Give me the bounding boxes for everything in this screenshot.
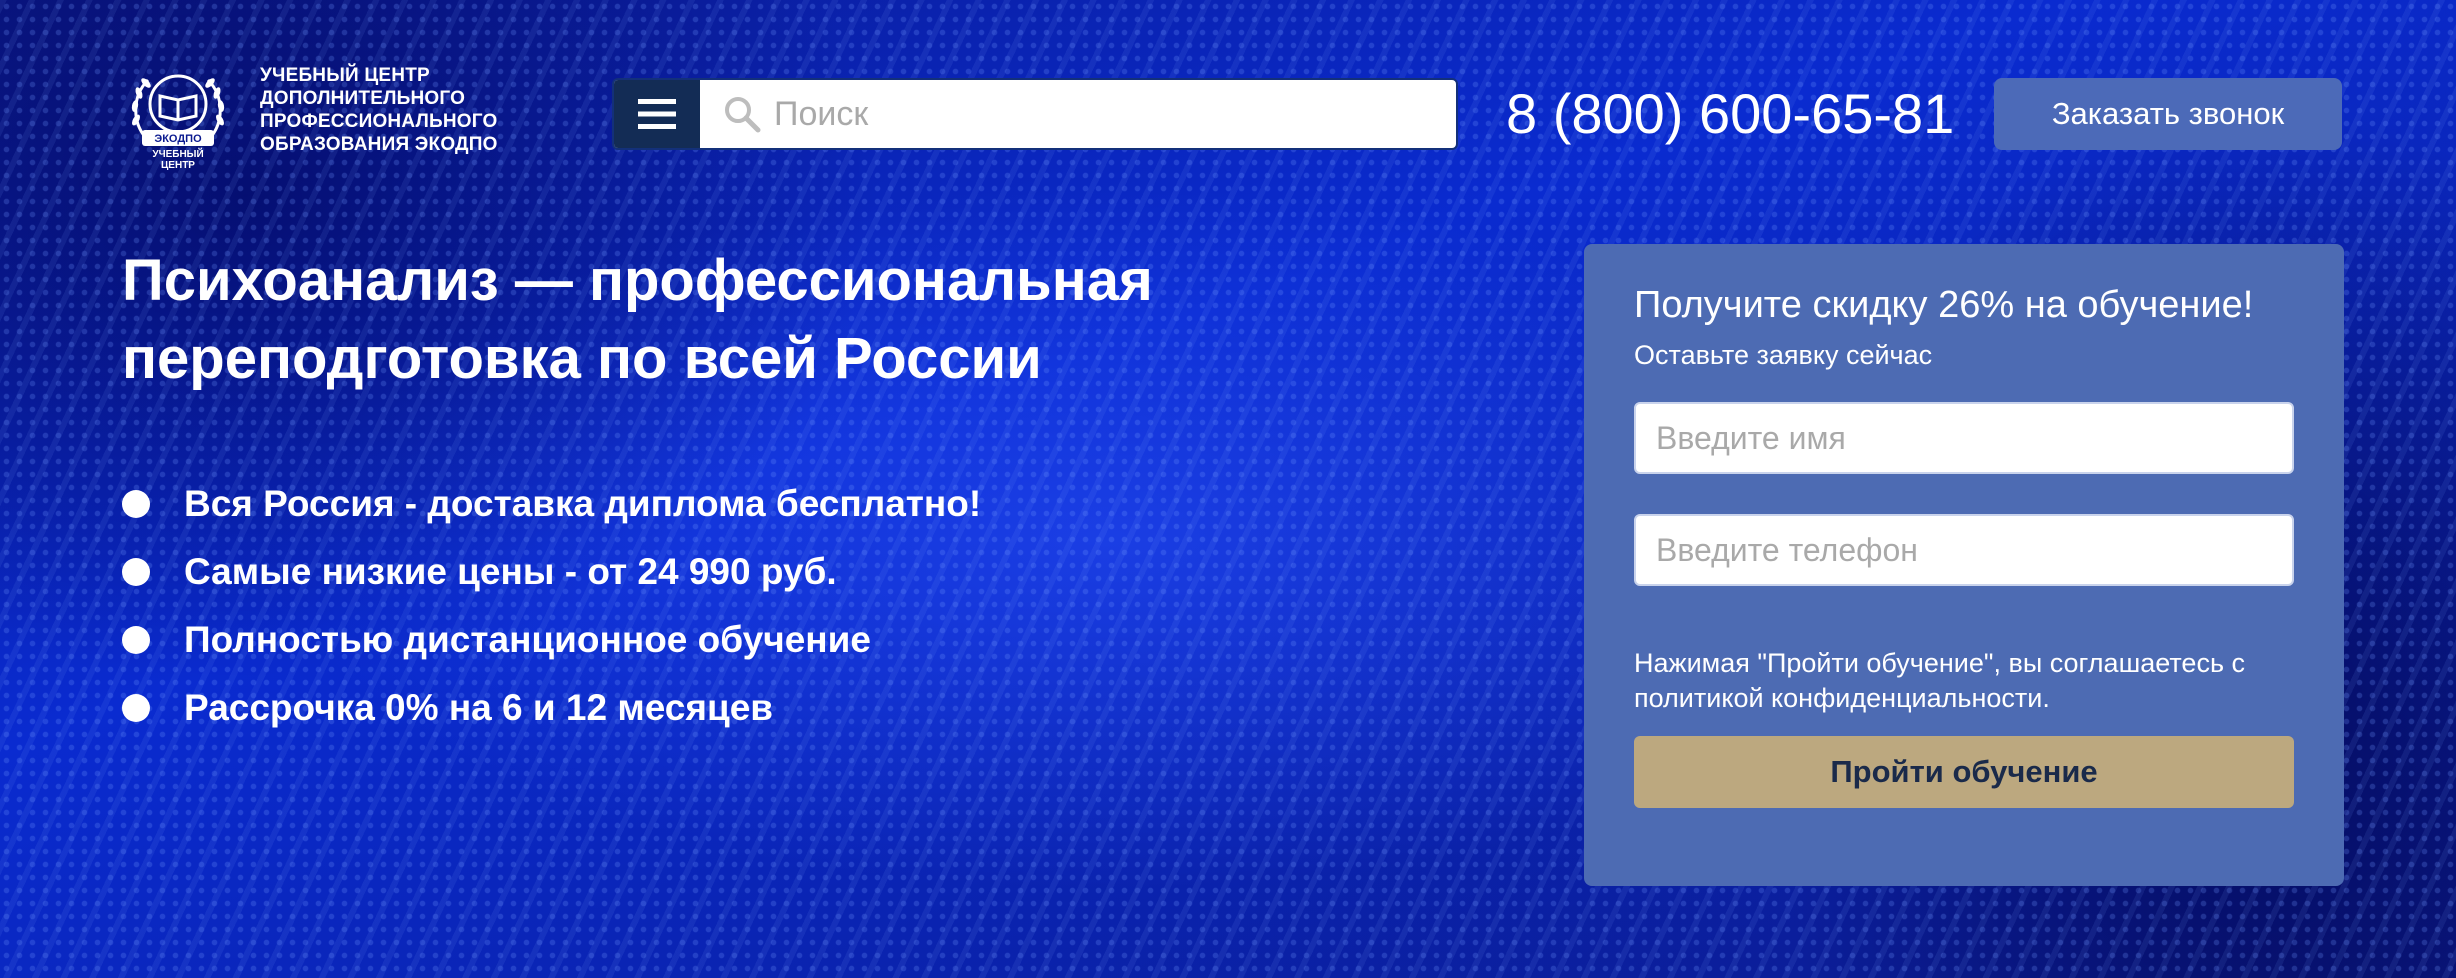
form-title: Получите скидку 26% на обучение! (1634, 284, 2254, 326)
logo-ribbon-text: ЭКОДПО (154, 133, 202, 145)
bullet-icon (122, 694, 150, 722)
organization-name[interactable]: УЧЕБНЫЙ ЦЕНТР ДОПОЛНИТЕЛЬНОГО ПРОФЕССИОН… (260, 64, 520, 156)
feature-text: Самые низкие цены - от 24 990 руб. (184, 551, 837, 592)
bullet-icon (122, 626, 150, 654)
name-field[interactable] (1634, 402, 2294, 474)
list-item: Полностью дистанционное обучение (122, 606, 981, 674)
form-subtitle: Оставьте заявку сейчас (1634, 340, 1933, 370)
bullet-icon (122, 558, 150, 586)
features-list: Вся Россия - доставка диплома бесплатно!… (122, 470, 981, 742)
organization-name-line: ДОПОЛНИТЕЛЬНОГО (260, 88, 466, 109)
page-title: Психоанализ — профессиональная переподго… (122, 248, 1153, 391)
logo-under-text-2: ЦЕНТР (161, 160, 195, 171)
list-item: Самые низкие цены - от 24 990 руб. (122, 538, 981, 606)
phone-number[interactable]: 8 (800) 600-65-81 (1506, 78, 1954, 150)
logo[interactable]: ЭКОДПО УЧЕБНЫЙ ЦЕНТР (122, 60, 234, 172)
discount-form: Получите скидку 26% на обучение! Оставьт… (1584, 244, 2344, 886)
search-icon[interactable] (722, 94, 762, 134)
search-bar (612, 78, 1458, 150)
start-training-button[interactable]: Пройти обучение (1634, 736, 2294, 808)
feature-text: Полностью дистанционное обучение (184, 619, 871, 660)
organization-name-line: ПРОФЕССИОНАЛЬНОГО (260, 111, 498, 132)
privacy-consent-text: Нажимая "Пройти обучение", вы соглашаете… (1634, 648, 2246, 713)
list-item: Вся Россия - доставка диплома бесплатно! (122, 470, 981, 538)
phone-field[interactable] (1634, 514, 2294, 586)
list-item: Рассрочка 0% на 6 и 12 месяцев (122, 674, 981, 742)
logo-under-text-1: УЧЕБНЫЙ (152, 147, 203, 160)
bullet-icon (122, 490, 150, 518)
request-call-button[interactable]: Заказать звонок (1994, 78, 2342, 150)
menu-button[interactable] (614, 80, 700, 148)
search-input[interactable] (772, 93, 1416, 135)
organization-name-line: УЧЕБНЫЙ ЦЕНТР (260, 65, 430, 86)
book-laurel-emblem-icon: ЭКОДПО УЧЕБНЫЙ ЦЕНТР (131, 74, 225, 171)
feature-text: Вся Россия - доставка диплома бесплатно! (184, 483, 982, 524)
feature-text: Рассрочка 0% на 6 и 12 месяцев (184, 687, 774, 728)
organization-name-line: ОБРАЗОВАНИЯ ЭКОДПО (260, 134, 498, 155)
hamburger-menu-icon (638, 99, 676, 129)
